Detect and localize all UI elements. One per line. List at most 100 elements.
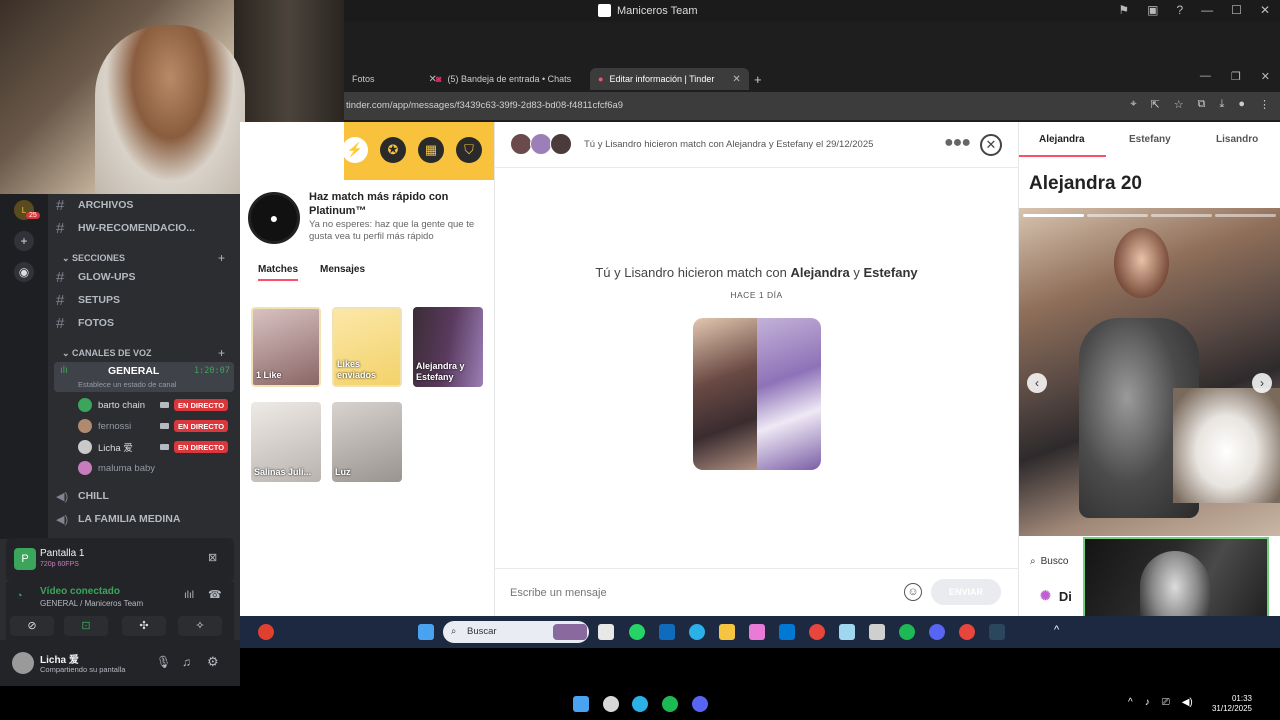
voice-channel-familia[interactable]: ◀) LA FAMILIA MEDINA	[56, 509, 180, 529]
chrome-icon[interactable]	[809, 624, 825, 640]
soundboard-button[interactable]: ✧	[178, 616, 222, 636]
profile-photo[interactable]	[1019, 208, 1280, 536]
restore-icon[interactable]: ❐	[1231, 70, 1241, 83]
category-voice[interactable]: ⌄ CANALES DE VOZ	[62, 348, 152, 359]
platinum-promo[interactable]: ● Haz match más rápido con Platinum™ Ya …	[240, 180, 494, 256]
weather-icon[interactable]	[258, 624, 274, 640]
calculator-icon[interactable]	[869, 624, 885, 640]
shield-icon[interactable]: ⛉	[456, 137, 482, 163]
noise-icon[interactable]: ılıl	[184, 590, 194, 601]
gear-icon[interactable]: ⚙	[207, 654, 219, 670]
chevron-up-icon[interactable]: ^	[1128, 697, 1133, 708]
next-photo-button[interactable]: ›	[1252, 373, 1272, 393]
profile-tab-lisandro[interactable]: Lisandro	[1216, 134, 1258, 145]
add-voice-channel-icon[interactable]: +	[218, 346, 225, 360]
close-tab-icon[interactable]: ✕	[732, 74, 740, 85]
match-card-alejandra-estefany[interactable]: Alejandra y Estefany	[413, 307, 483, 387]
add-server-icon[interactable]: +	[14, 231, 34, 251]
cast-icon[interactable]: ⇱	[1151, 98, 1160, 111]
screen-share-button[interactable]: ⊡	[64, 616, 108, 636]
obs-icon[interactable]	[603, 696, 619, 712]
spotify-icon[interactable]	[899, 624, 915, 640]
address-bar[interactable]: tinder.com/app/messages/f3439c63-39f9-2d…	[344, 92, 1280, 120]
tab-tinder[interactable]: ● Editar información | Tinder ✕	[590, 68, 749, 90]
voice-channel-chill[interactable]: ◀) CHILL	[56, 486, 109, 506]
headphones-icon[interactable]: ♫	[182, 655, 191, 669]
spotify-icon[interactable]	[662, 696, 678, 712]
new-tab-button[interactable]: +	[746, 68, 770, 90]
help-icon[interactable]: ?	[1176, 3, 1183, 17]
profile-tab-alejandra[interactable]: Alejandra	[1039, 134, 1085, 145]
voice-user[interactable]: maluma baby	[78, 459, 155, 477]
flag-icon[interactable]: ⚑	[1118, 3, 1129, 17]
match-card-salinas[interactable]: Salinas Juli...	[251, 402, 321, 482]
store-icon[interactable]	[779, 624, 795, 640]
avatar[interactable]	[12, 652, 34, 674]
explore-icon[interactable]: ✪	[380, 137, 406, 163]
voice-user[interactable]: barto chain	[78, 396, 145, 414]
discord-icon[interactable]	[929, 624, 945, 640]
explore-icon[interactable]: ◉	[14, 262, 34, 282]
close-chat-button[interactable]: ✕	[980, 134, 1002, 156]
profile-tab-estefany[interactable]: Estefany	[1129, 134, 1171, 145]
likes-sent-card[interactable]: Likes enviados	[332, 307, 402, 387]
category-secciones[interactable]: ⌄ SECCIONES	[62, 253, 125, 264]
activities-button[interactable]: ✣	[122, 616, 166, 636]
boost-icon[interactable]: ⚡	[342, 137, 368, 163]
microphone-icon[interactable]: 🎙	[156, 655, 171, 669]
edge-icon[interactable]	[632, 696, 648, 712]
photos-icon[interactable]	[749, 624, 765, 640]
voice-channel-general[interactable]: ılı GENERAL 1:20:07 Establece un estado …	[54, 362, 234, 392]
close-stream-icon[interactable]: ⊠	[208, 551, 217, 564]
discord-icon[interactable]	[692, 696, 708, 712]
screen-icon[interactable]: ▣	[1147, 3, 1158, 17]
stream-panel[interactable]: P Pantalla 1 720p 60FPS ⊠	[6, 538, 234, 582]
chevron-up-icon[interactable]: ^	[1054, 624, 1059, 636]
message-input[interactable]	[510, 583, 880, 603]
star-icon[interactable]: ☆	[1174, 98, 1184, 111]
likes-card[interactable]: 1 Like	[251, 307, 321, 387]
steam-icon[interactable]	[989, 624, 1005, 640]
channel-archivos[interactable]: # ARCHIVOS	[56, 195, 133, 215]
tab-chats[interactable]: ◙(5) Bandeja de entrada • Chats✕	[428, 68, 606, 90]
chrome-icon[interactable]	[959, 624, 975, 640]
tab-matches[interactable]: Matches	[258, 264, 299, 281]
network-icon[interactable]: ⎚	[1162, 697, 1170, 708]
taskbar-search[interactable]: ⌕ Buscar	[443, 621, 589, 643]
outlook-icon[interactable]	[659, 624, 675, 640]
channel-setups[interactable]: # SETUPS	[56, 290, 120, 310]
minimize-icon[interactable]: —	[1201, 3, 1213, 17]
menu-icon[interactable]: ⋮	[1259, 98, 1270, 111]
folder-icon[interactable]	[719, 624, 735, 640]
windows-start-icon[interactable]	[573, 696, 589, 712]
location-icon[interactable]: ⌖	[1130, 98, 1136, 111]
volume-icon[interactable]: ◀)	[1182, 697, 1193, 708]
disconnect-icon[interactable]: ☎	[208, 588, 222, 601]
close-icon[interactable]: ✕	[1261, 70, 1270, 83]
add-channel-icon[interactable]: +	[218, 251, 225, 265]
taskview-icon[interactable]	[598, 624, 614, 640]
maximize-icon[interactable]: ☐	[1231, 3, 1242, 17]
channel-glow-ups[interactable]: # GLOW-UPS	[56, 267, 136, 287]
voice-user[interactable]: fernossi	[78, 417, 131, 435]
emoji-icon[interactable]: ☺	[904, 583, 922, 601]
channel-hw[interactable]: # HW-RECOMENDACIO...	[56, 218, 195, 238]
briefcase-icon[interactable]: ▦	[418, 137, 444, 163]
extensions-icon[interactable]: ⧉	[1198, 98, 1206, 111]
download-icon[interactable]: ⤓	[1219, 98, 1224, 111]
snipping-icon[interactable]	[839, 624, 855, 640]
more-options-icon[interactable]: ●●●	[944, 134, 971, 152]
voice-user[interactable]: Licha 爱	[78, 438, 133, 456]
minimize-icon[interactable]: —	[1200, 70, 1211, 83]
whatsapp-icon[interactable]	[629, 624, 645, 640]
system-clock[interactable]: 01:33 31/12/2025	[1212, 694, 1252, 714]
close-icon[interactable]: ✕	[1260, 3, 1270, 17]
tab-messages[interactable]: Mensajes	[320, 264, 365, 275]
camera-toggle-button[interactable]: ⊘	[10, 616, 54, 636]
url-text[interactable]: tinder.com/app/messages/f3439c63-39f9-2d…	[346, 100, 623, 111]
edge-icon[interactable]	[689, 624, 705, 640]
profile-icon[interactable]: ●	[1238, 98, 1245, 111]
match-card-luz[interactable]: Luz	[332, 402, 402, 482]
prev-photo-button[interactable]: ‹	[1027, 373, 1047, 393]
windows-start-icon[interactable]	[418, 624, 434, 640]
